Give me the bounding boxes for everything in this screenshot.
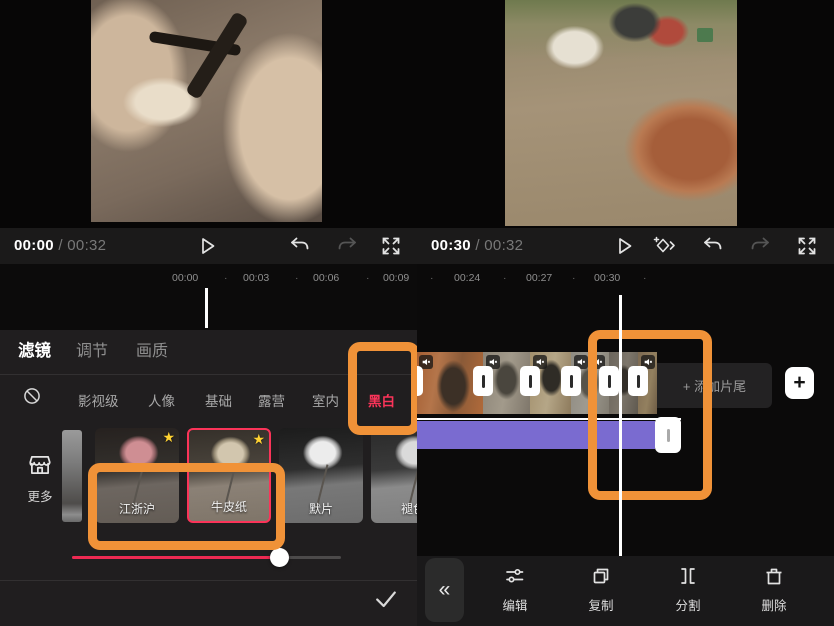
right-transport-bar: 00:30 / 00:32 xyxy=(417,228,834,264)
intensity-slider-fill xyxy=(72,556,287,559)
filter-thumb-mopian[interactable]: 默片 xyxy=(279,428,363,523)
filter-name: 褪色 xyxy=(371,500,417,517)
ruler-tick: 00:30 xyxy=(594,272,620,284)
category-cinematic[interactable]: 影视级 xyxy=(78,390,119,410)
star-icon: ★ xyxy=(162,429,175,446)
add-keyframe-button[interactable] xyxy=(652,234,676,258)
split-icon xyxy=(656,564,720,593)
copy-icon xyxy=(569,564,633,593)
tool-label: 分割 xyxy=(656,595,720,614)
ruler-dot: · xyxy=(572,272,576,284)
time-separator: / xyxy=(58,237,62,254)
tab-quality[interactable]: 画质 xyxy=(136,337,168,361)
ruler-tick: 00:27 xyxy=(526,272,552,284)
ruler-dot: · xyxy=(366,272,370,284)
right-total-time: 00:32 xyxy=(484,237,523,254)
undo-button[interactable] xyxy=(288,234,312,258)
pen-body-art xyxy=(185,11,249,100)
left-timeline-ruler[interactable]: 00:00 · 00:03 · 00:06 · 00:09 xyxy=(0,264,417,330)
delete-tool-button[interactable]: 删除 xyxy=(742,564,806,614)
collapse-toolbar-button[interactable]: « xyxy=(425,558,464,622)
ruler-dot: · xyxy=(430,272,434,284)
trash-icon xyxy=(742,564,806,593)
ruler-tick: 00:24 xyxy=(454,272,480,284)
right-preview-area[interactable] xyxy=(417,0,834,228)
split-tool-button[interactable]: 分割 xyxy=(656,564,720,614)
time-separator: / xyxy=(475,237,479,254)
transition-handle[interactable] xyxy=(561,366,581,396)
category-basic[interactable]: 基础 xyxy=(205,390,232,410)
tool-label: 复制 xyxy=(569,595,633,614)
annotation-box-blackwhite xyxy=(348,342,417,435)
left-time-display: 00:00 / 00:32 xyxy=(14,237,106,254)
right-video-preview xyxy=(505,0,737,226)
play-button[interactable] xyxy=(195,234,219,258)
ruler-dot: · xyxy=(643,272,647,284)
redo-button[interactable] xyxy=(748,234,772,258)
intensity-slider[interactable] xyxy=(72,556,341,559)
right-playhead[interactable] xyxy=(619,295,622,556)
transition-handle[interactable] xyxy=(417,366,423,396)
more-label: 更多 xyxy=(16,486,64,505)
category-camping[interactable]: 露营 xyxy=(258,390,285,410)
left-current-time: 00:00 xyxy=(14,237,54,254)
clip-toolbar: « 编辑 复制 分割 xyxy=(417,556,834,626)
filter-thumb-tuise[interactable]: 褪色 xyxy=(371,428,417,523)
right-time-display: 00:30 / 00:32 xyxy=(431,237,523,254)
category-portrait[interactable]: 人像 xyxy=(148,390,175,410)
left-total-time: 00:32 xyxy=(67,237,106,254)
annotation-box-filters xyxy=(88,463,285,550)
left-transport-bar: 00:00 / 00:32 xyxy=(0,228,417,264)
tool-label: 删除 xyxy=(742,595,806,614)
right-panel-timeline-editor: 00:30 / 00:32 · 00:24 · 00: xyxy=(417,0,834,626)
tool-label: 编辑 xyxy=(483,595,547,614)
ruler-dot: · xyxy=(503,272,507,284)
tab-adjust[interactable]: 调节 xyxy=(76,337,108,361)
store-icon xyxy=(16,452,64,483)
no-filter-button[interactable] xyxy=(22,386,42,406)
filter-name: 默片 xyxy=(279,500,363,517)
video-editor-screen: 00:00 / 00:32 00:00 · 00:03 · 00:06 · xyxy=(0,0,834,626)
left-playhead[interactable] xyxy=(205,288,208,328)
sliders-icon xyxy=(483,564,547,593)
left-video-preview xyxy=(91,0,322,222)
fullscreen-button[interactable] xyxy=(795,234,819,258)
category-indoor[interactable]: 室内 xyxy=(312,390,339,410)
add-clip-button[interactable]: + xyxy=(785,367,814,399)
footer-divider xyxy=(0,580,417,581)
redo-button[interactable] xyxy=(335,234,359,258)
ruler-tick: 00:09 xyxy=(383,272,409,284)
copy-tool-button[interactable]: 复制 xyxy=(569,564,633,614)
intensity-slider-knob[interactable] xyxy=(270,548,289,567)
transition-handle[interactable] xyxy=(473,366,493,396)
tab-filter[interactable]: 滤镜 xyxy=(18,337,51,361)
ruler-dot: · xyxy=(295,272,299,284)
left-panel-filter-editor: 00:00 / 00:32 00:00 · 00:03 · 00:06 · xyxy=(0,0,417,626)
fullscreen-button[interactable] xyxy=(379,234,403,258)
ruler-tick: 00:00 xyxy=(172,272,198,284)
play-button[interactable] xyxy=(612,234,636,258)
filter-thumb-partial[interactable] xyxy=(62,430,82,522)
undo-button[interactable] xyxy=(701,234,725,258)
more-filters-button[interactable]: 更多 xyxy=(16,452,64,505)
ruler-tick: 00:06 xyxy=(313,272,339,284)
ruler-tick: 00:03 xyxy=(243,272,269,284)
green-bucket-art xyxy=(697,28,713,42)
transition-handle[interactable] xyxy=(520,366,540,396)
left-preview-area[interactable] xyxy=(0,0,417,228)
ruler-dot: · xyxy=(224,272,228,284)
annotation-box-playhead xyxy=(588,330,712,500)
right-current-time: 00:30 xyxy=(431,237,471,254)
star-icon: ★ xyxy=(252,431,265,448)
edit-tool-button[interactable]: 编辑 xyxy=(483,564,547,614)
confirm-button[interactable] xyxy=(372,585,400,613)
